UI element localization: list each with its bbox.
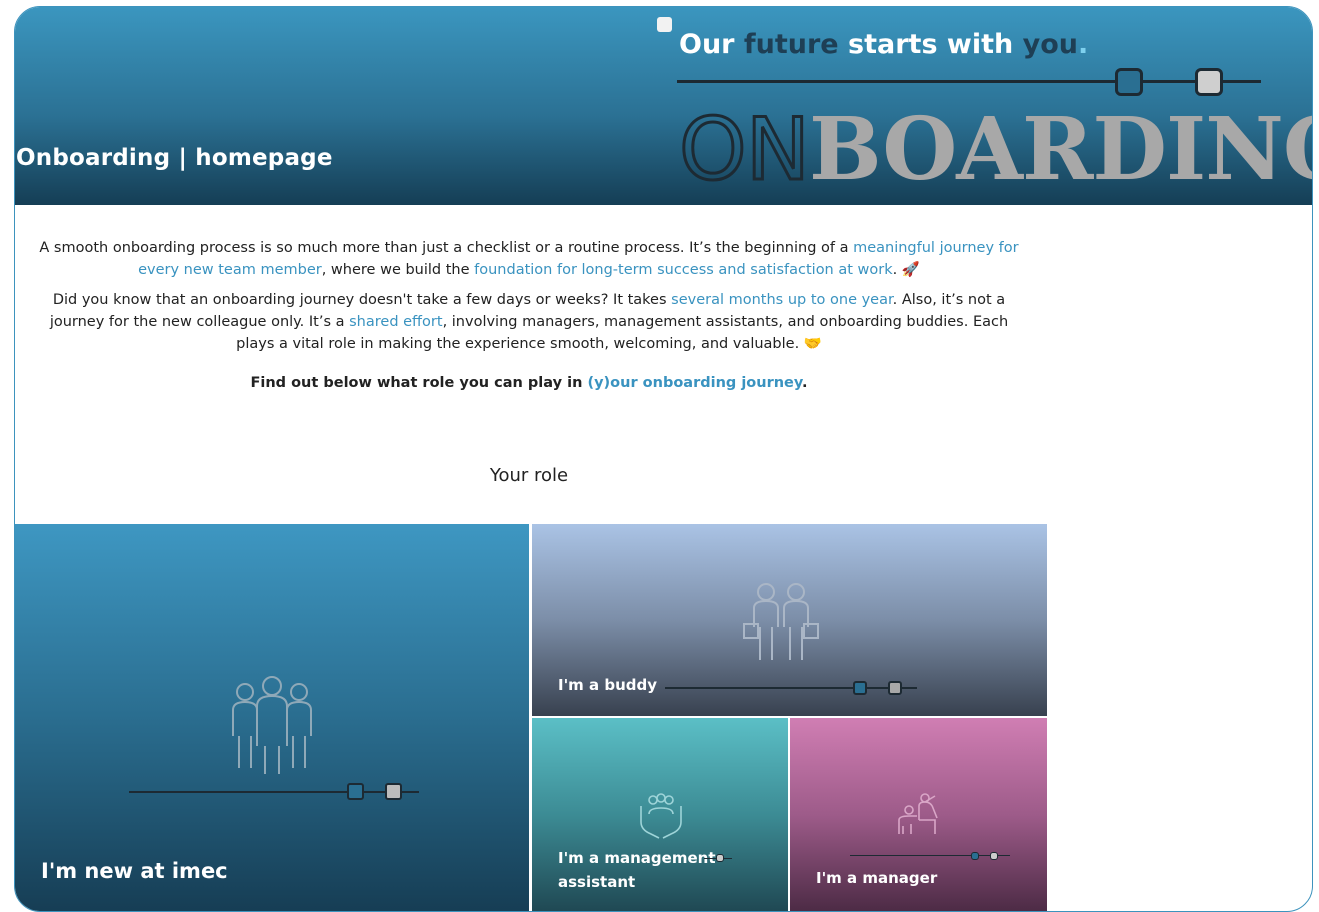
tagline-part: starts with xyxy=(838,29,1023,60)
header-banner: Our future starts with you. ONBOARDING O… xyxy=(15,7,1312,205)
role-label: I'm new at imec xyxy=(41,859,228,883)
intro-paragraph: Did you know that an onboarding journey … xyxy=(29,289,1029,355)
logo-on: ON xyxy=(677,100,811,200)
slider-knob xyxy=(853,681,867,695)
helping-up-icon xyxy=(898,793,938,834)
your-role-heading: Your role xyxy=(489,465,569,486)
highlight-text: (y)our onboarding journey xyxy=(587,375,803,391)
logo-slider-knob xyxy=(1115,68,1143,96)
intro-text: A smooth onboarding process is so much m… xyxy=(29,237,1029,363)
slider-line xyxy=(129,791,419,793)
slider-line xyxy=(850,855,1010,856)
buddy-pair-icon xyxy=(743,583,819,660)
role-label: I'm a buddy xyxy=(558,676,658,694)
tagline-part: Our xyxy=(679,29,744,60)
role-label: I'm a management assistant xyxy=(558,849,716,891)
text: A smooth onboarding process is so much m… xyxy=(39,240,854,256)
tagline-future: future xyxy=(743,29,839,60)
role-tile-new[interactable]: I'm new at imec xyxy=(15,524,529,911)
text: . xyxy=(802,375,808,391)
highlight-text: shared effort xyxy=(349,314,443,330)
text: , where we build the xyxy=(321,262,475,278)
slider-line xyxy=(665,687,917,689)
role-tile-manager[interactable]: I'm a manager xyxy=(790,718,1047,911)
slider-knob xyxy=(971,852,979,860)
tagline-dot: . xyxy=(1078,29,1089,60)
intro-paragraph: A smooth onboarding process is so much m… xyxy=(29,237,1029,281)
slider-knob xyxy=(716,854,724,862)
page-frame: Our future starts with you. ONBOARDING O… xyxy=(14,6,1313,912)
onboarding-logo: ONBOARDING xyxy=(677,106,1312,195)
text: Find out below what role you can play in xyxy=(250,375,588,391)
slider-knob xyxy=(347,783,364,800)
tagline: Our future starts with you. xyxy=(679,29,1088,60)
text: Did you know that an onboarding journey … xyxy=(52,292,672,308)
logo-slider-line xyxy=(677,80,1261,83)
logo-boarding: BOARDING xyxy=(809,99,1313,200)
role-tile-management-assistant[interactable]: I'm a management assistant xyxy=(532,718,788,911)
square-mark xyxy=(657,17,672,32)
text: . 🚀 xyxy=(892,262,920,278)
logo-slider-knob xyxy=(1195,68,1223,96)
slider-knob xyxy=(888,681,902,695)
slider-knob xyxy=(990,852,998,860)
slider-knob xyxy=(385,783,402,800)
role-label: I'm a manager xyxy=(816,869,938,887)
tagline-you: you xyxy=(1022,29,1079,60)
team-icon xyxy=(232,676,312,774)
page-title: Onboarding | homepage xyxy=(16,145,333,171)
role-tile-buddy[interactable]: I'm a buddy xyxy=(532,524,1047,716)
highlight-text: several months up to one year xyxy=(671,292,893,308)
highlight-text: foundation for long-term success and sat… xyxy=(474,262,893,278)
find-role-prompt: Find out below what role you can play in… xyxy=(29,375,1029,391)
hands-people-icon xyxy=(640,793,682,839)
